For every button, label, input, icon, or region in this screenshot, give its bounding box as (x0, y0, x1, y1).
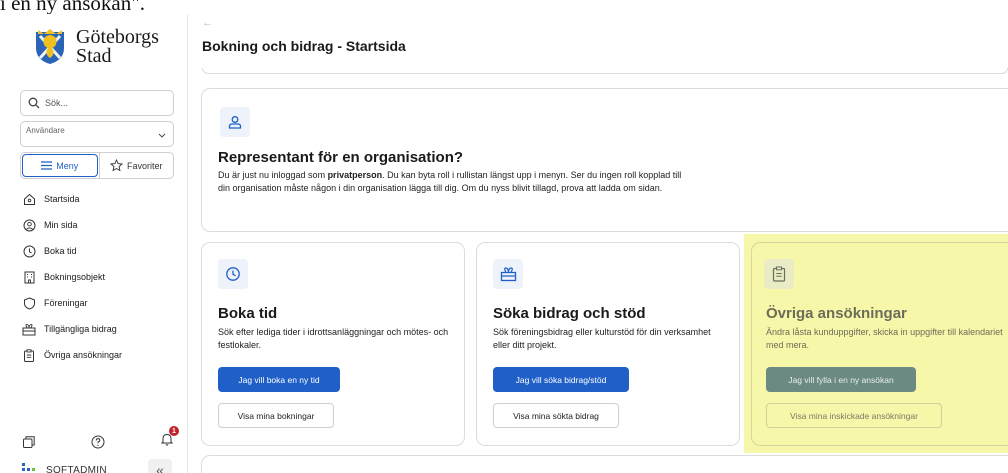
back-arrow-icon[interactable]: ← (202, 17, 213, 29)
gift-icon (22, 323, 36, 335)
page-title: Bokning och bidrag - Startsida (202, 38, 406, 54)
sidebar-item-label: Tillgängliga bidrag (44, 324, 117, 334)
tab-menu[interactable]: Meny (22, 154, 98, 177)
sidebar-item-foreningar[interactable]: Föreningar (20, 290, 180, 316)
representative-icon-box (220, 107, 250, 137)
user-role-select[interactable]: Användare (20, 121, 174, 147)
sidebar-item-min-sida[interactable]: Min sida (20, 212, 180, 238)
representative-text: Du är just nu inloggad som privatperson.… (218, 169, 688, 194)
search-icon (28, 97, 40, 109)
help-icon[interactable] (91, 435, 105, 449)
other-applications-text: Ändra låsta kunduppgifter, skicka in upp… (766, 327, 1003, 350)
booking-icon-box (218, 259, 248, 289)
top-card-edge (202, 68, 1008, 74)
sidebar-item-startsida[interactable]: Startsida (20, 186, 180, 212)
sidebar-item-bokningsobjekt[interactable]: Bokningsobjekt (20, 264, 180, 290)
hamburger-icon (41, 161, 53, 170)
softadmin-logo-icon (22, 463, 35, 471)
user-circle-icon (23, 219, 35, 231)
sidebar-item-label: Föreningar (44, 298, 88, 308)
star-icon (109, 159, 123, 172)
clipboard-icon (772, 266, 786, 282)
representative-text-start: Du är just nu inloggad som (218, 170, 328, 180)
other-applications-card: Övriga ansökningar Ändra låsta kunduppgi… (751, 242, 1008, 446)
grants-title: Söka bidrag och stöd (493, 305, 646, 322)
sidebar-item-label: Bokningsobjekt (44, 272, 106, 282)
grants-text: Sök föreningsbidrag eller kulturstöd för… (493, 327, 711, 350)
softadmin-text: SOFTADMIN (46, 464, 107, 473)
sidebar-item-label: Min sida (44, 220, 78, 230)
sidebar-item-label: Startsida (44, 194, 80, 204)
clock-icon (226, 267, 240, 281)
user-icon (228, 116, 242, 129)
chevron-down-icon (158, 133, 166, 138)
sidebar: Göteborgs Stad Sök... Användare Meny Fav… (8, 14, 188, 473)
copy-window-icon[interactable] (22, 435, 36, 449)
shield-icon (23, 296, 35, 310)
sidebar-item-label: Övriga ansökningar (44, 350, 123, 360)
tab-favorites[interactable]: Favoriter (98, 153, 174, 178)
notifications-button[interactable]: 1 (160, 426, 179, 451)
show-my-grants-button[interactable]: Visa mina sökta bidrag (493, 403, 619, 428)
user-role-value: Användare (26, 126, 65, 135)
home-icon (23, 193, 35, 205)
menu-tabs: Meny Favoriter (20, 152, 174, 179)
search-input[interactable]: Sök... (20, 90, 174, 116)
representative-card: Representant för en organisation? Du är … (201, 88, 1008, 232)
booking-card: Boka tid Sök efter lediga tider i idrott… (201, 242, 465, 446)
softadmin-brand: SOFTADMIN (22, 463, 107, 473)
collapse-sidebar-button[interactable]: « (148, 459, 172, 473)
show-my-bookings-button[interactable]: Visa mina bokningar (218, 403, 334, 428)
sidebar-footer-actions: 1 (22, 426, 179, 451)
sidebar-item-label: Boka tid (44, 246, 77, 256)
other-applications-icon-box (764, 259, 794, 289)
tab-menu-label: Meny (56, 160, 79, 171)
booking-text: Sök efter lediga tider i idrottsanläggni… (218, 327, 449, 350)
representative-role: privatperson (327, 170, 383, 180)
other-applications-title: Övriga ansökningar (766, 305, 907, 322)
fill-new-application-button[interactable]: Jag vill fylla i en ny ansökan (766, 367, 916, 392)
search-placeholder: Sök... (45, 98, 69, 108)
representative-title: Representant för en organisation? (218, 149, 464, 166)
show-submitted-applications-button[interactable]: Visa mina inskickade ansökningar (766, 403, 942, 428)
gift-icon (500, 267, 516, 282)
clock-icon (23, 245, 35, 257)
grants-card: Söka bidrag och stöd Sök föreningsbidrag… (476, 242, 740, 446)
book-new-time-button[interactable]: Jag vill boka en ny tid (218, 367, 340, 392)
logo-text-line2: Stad (76, 45, 112, 67)
building-icon (24, 271, 34, 283)
apply-grant-button[interactable]: Jag vill söka bidrag/stöd (493, 367, 629, 392)
notification-badge: 1 (169, 426, 179, 436)
grants-icon-box (493, 259, 523, 289)
clipboard-icon (24, 348, 34, 362)
sidebar-item-tillgangliga-bidrag[interactable]: Tillgängliga bidrag (20, 316, 180, 342)
next-card-edge (201, 455, 1008, 473)
sidebar-nav: Startsida Min sida Boka tid Bokningsobje… (20, 186, 180, 368)
coat-of-arms-icon (36, 29, 64, 64)
booking-title: Boka tid (218, 305, 278, 322)
sidebar-item-ovriga-ansokningar[interactable]: Övriga ansökningar (20, 342, 180, 368)
sidebar-item-boka-tid[interactable]: Boka tid (20, 238, 180, 264)
tab-favorites-label: Favoriter (126, 160, 163, 171)
goteborgs-stad-logo[interactable]: Göteborgs Stad (32, 27, 159, 67)
